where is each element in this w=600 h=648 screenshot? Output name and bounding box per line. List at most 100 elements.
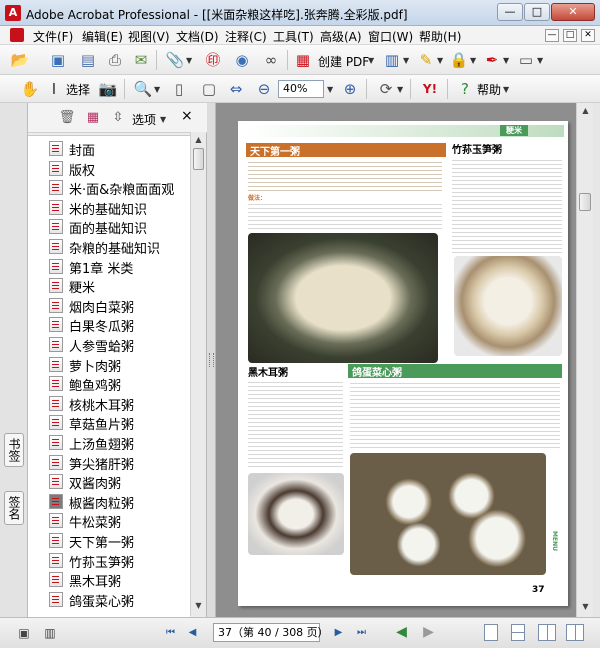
zoom-tool-icon[interactable]: 🔍	[133, 79, 153, 99]
review-icon[interactable]: ◉	[232, 50, 252, 70]
bookmark-scrollbar[interactable]: ▲ ▼	[190, 132, 206, 616]
doc-restore-button[interactable]: □	[563, 29, 577, 42]
bookmark-item[interactable]: 牛松菜粥	[28, 511, 190, 531]
yahoo-icon[interactable]: Y!	[420, 79, 440, 99]
close-button[interactable]: ✕	[551, 3, 595, 21]
menu-tools[interactable]: 工具(T)	[273, 28, 314, 45]
menu-file[interactable]: 文件(F)	[33, 28, 73, 45]
help-icon[interactable]: ?	[455, 79, 475, 99]
bookmark-item[interactable]: 杂粮的基础知识	[28, 237, 190, 257]
doc-scroll-down-icon[interactable]: ▼	[580, 601, 591, 612]
tab-signatures[interactable]: 签名	[4, 491, 24, 525]
close-panel-button[interactable]: ×	[181, 108, 193, 124]
delete-bookmark-icon[interactable]: 🗑	[57, 108, 77, 128]
zoom-in-icon[interactable]: ⊕	[340, 79, 360, 99]
options-dropdown-icon[interactable]: ▼	[160, 115, 166, 124]
bookmark-item[interactable]: 核桃木耳粥	[28, 394, 190, 414]
bookmark-item[interactable]: 上汤鱼翅粥	[28, 433, 190, 453]
layout-icon[interactable]: ▥	[40, 623, 60, 643]
select-tool-button[interactable]: 选择	[66, 81, 90, 98]
bookmark-item[interactable]: 草菇鱼片粥	[28, 413, 190, 433]
menu-window[interactable]: 窗口(W)	[368, 28, 413, 45]
doc-scroll-up-icon[interactable]: ▲	[580, 105, 591, 116]
go-forward-icon[interactable]: ▶	[420, 625, 437, 640]
first-page-icon[interactable]: ⏮	[162, 625, 179, 640]
bookmark-item[interactable]: 烟肉白菜粥	[28, 296, 190, 316]
document-scrollbar[interactable]: ▲ ▼	[576, 103, 593, 617]
snapshot-camera-icon[interactable]: 📷	[98, 79, 118, 99]
previous-page-icon[interactable]: ◀	[184, 625, 201, 640]
go-back-icon[interactable]: ◀	[393, 625, 410, 640]
combine-dropdown-icon[interactable]: ▼	[403, 56, 409, 65]
attach-icon[interactable]: 📎	[165, 50, 185, 70]
document-view[interactable]: 粳米 天下第一粥 做法： 竹荪玉笋粥 黑木耳粥 鸽蛋菜心粥 MENU 37	[216, 103, 576, 617]
search-binoculars-icon[interactable]: ∞	[261, 50, 281, 70]
bookmark-scroll-thumb[interactable]	[193, 148, 204, 170]
bookmark-item[interactable]: 萝卜肉粥	[28, 355, 190, 375]
select-cursor-icon[interactable]: Ι	[44, 79, 64, 99]
export-icon[interactable]: ✎	[416, 50, 436, 70]
create-pdf-dropdown-icon[interactable]: ▼	[368, 56, 374, 65]
single-page-icon[interactable]	[484, 624, 498, 641]
zoom-dropdown-icon[interactable]: ▼	[327, 85, 333, 94]
menu-document[interactable]: 文档(D)	[176, 28, 219, 45]
menu-comments[interactable]: 注释(C)	[225, 28, 267, 45]
forms-dropdown-icon[interactable]: ▼	[537, 56, 543, 65]
bookmark-item[interactable]: 笋尖猪肝粥	[28, 453, 190, 473]
create-pdf-button[interactable]: 创建 PDF	[318, 53, 369, 70]
bookmark-item[interactable]: 椒酱肉粒粥	[28, 492, 190, 512]
fit-page-icon[interactable]: ▢	[199, 79, 219, 99]
create-pdf-icon[interactable]: ▦	[293, 50, 313, 70]
email-icon[interactable]: ✉	[131, 50, 151, 70]
secure-lock-icon[interactable]: 🔒	[449, 50, 469, 70]
options-menu[interactable]: 选项	[132, 111, 156, 128]
save-icon[interactable]: ▤	[78, 50, 98, 70]
menu-view[interactable]: 视图(V)	[128, 28, 170, 45]
document-scroll-thumb[interactable]	[579, 193, 591, 211]
bookmark-item[interactable]: 第1章 米类	[28, 257, 190, 277]
document-icon[interactable]	[10, 28, 24, 42]
bookmark-item[interactable]: 米的基础知识	[28, 198, 190, 218]
zoom-level-field[interactable]: 40%	[278, 80, 324, 98]
page-thumbnails-icon[interactable]: ▣	[14, 623, 34, 643]
minimize-button[interactable]: —	[497, 3, 523, 21]
bookmark-item[interactable]: 竹荪玉笋粥	[28, 551, 190, 571]
expand-bookmark-icon[interactable]: ⇳	[108, 108, 128, 128]
zoom-out-icon[interactable]: ⊖	[254, 79, 274, 99]
maximize-button[interactable]: □	[524, 3, 550, 21]
sign-dropdown-icon[interactable]: ▼	[503, 56, 509, 65]
fit-width-icon[interactable]: ⇔	[226, 79, 246, 99]
continuous-icon[interactable]	[511, 624, 525, 641]
forms-icon[interactable]: ▭	[516, 50, 536, 70]
bookmark-item[interactable]: 米·面&杂粮面面观	[28, 178, 190, 198]
bookmark-item[interactable]: 粳米	[28, 276, 190, 296]
actual-size-icon[interactable]: ▯	[169, 79, 189, 99]
combine-files-icon[interactable]: ▥	[382, 50, 402, 70]
hand-tool-icon[interactable]: ✋	[20, 79, 40, 99]
rotate-view-icon[interactable]: ⟳	[376, 79, 396, 99]
menu-edit[interactable]: 编辑(E)	[82, 28, 123, 45]
bookmark-item[interactable]: 白果冬瓜粥	[28, 315, 190, 335]
doc-minimize-button[interactable]: —	[545, 29, 559, 42]
continuous-facing-icon[interactable]	[566, 624, 584, 641]
secure-dropdown-icon[interactable]: ▼	[470, 56, 476, 65]
doc-close-button[interactable]: ✕	[581, 29, 595, 42]
menu-advanced[interactable]: 高级(A)	[320, 28, 362, 45]
zoom-tool-dropdown-icon[interactable]: ▼	[154, 85, 160, 94]
bookmark-item[interactable]: 双酱肉粥	[28, 472, 190, 492]
scroll-down-arrow-icon[interactable]: ▼	[193, 600, 204, 611]
panel-splitter[interactable]	[207, 103, 216, 617]
new-bookmark-icon[interactable]: ▦	[83, 108, 103, 128]
attach-dropdown-icon[interactable]: ▼	[186, 56, 192, 65]
export-dropdown-icon[interactable]: ▼	[437, 56, 443, 65]
open-icon[interactable]: 📂	[10, 50, 30, 70]
bookmark-item[interactable]: 鸽蛋菜心粥	[28, 590, 190, 610]
sign-pen-icon[interactable]: ✒	[482, 50, 502, 70]
bookmark-item[interactable]: 天下第一粥	[28, 531, 190, 551]
next-page-icon[interactable]: ▶	[330, 625, 347, 640]
help-dropdown-icon[interactable]: ▼	[503, 85, 509, 94]
bookmark-item[interactable]: 面的基础知识	[28, 217, 190, 237]
bookmark-item[interactable]: 版权	[28, 159, 190, 179]
scroll-up-arrow-icon[interactable]: ▲	[193, 134, 204, 145]
rotate-dropdown-icon[interactable]: ▼	[397, 85, 403, 94]
